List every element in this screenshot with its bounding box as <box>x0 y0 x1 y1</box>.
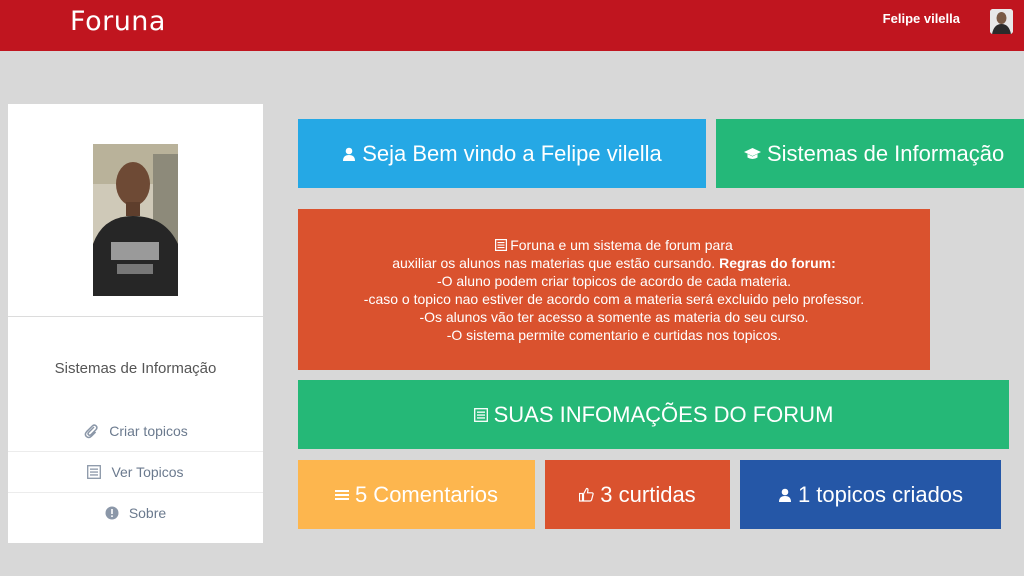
about-line-1: Foruna e um sistema de forum para <box>495 236 733 254</box>
about-tile: Foruna e um sistema de forum para auxili… <box>298 209 930 370</box>
user-icon <box>778 488 792 502</box>
course-tile-text: Sistemas de Informação <box>767 140 1005 166</box>
profile-sidebar: Sistemas de Informação Criar topicos Ver… <box>8 104 263 543</box>
course-tile: Sistemas de Informação <box>716 119 1024 188</box>
welcome-tile: Seja Bem vindo a Felipe vilella <box>298 119 706 188</box>
forum-info-tile: SUAS INFOMAÇÕES DO FORUM <box>298 380 1009 449</box>
comments-tile[interactable]: 5 Comentarios <box>298 460 535 529</box>
thumbs-up-icon <box>579 487 595 502</box>
likes-count: 3 curtidas <box>600 481 696 507</box>
rules-label: Regras do forum: <box>719 254 836 271</box>
top-navbar: Foruna Felipe vilella <box>0 0 1024 51</box>
paperclip-icon <box>83 423 99 439</box>
sidebar-item-ver-topicos[interactable]: Ver Topicos <box>8 452 263 492</box>
rule-1: -O aluno podem criar topicos de acordo d… <box>436 272 792 289</box>
user-name[interactable]: Felipe vilella <box>883 11 960 26</box>
menu-lines-icon <box>334 489 349 501</box>
user-icon <box>342 147 356 161</box>
sidebar-item-criar-topicos[interactable]: Criar topicos <box>8 411 263 451</box>
brand-logo[interactable]: Foruna <box>70 6 166 37</box>
rule-3: -Os alunos vão ter acesso a somente as m… <box>419 308 809 325</box>
topics-tile[interactable]: 1 topicos criados <box>740 460 1001 529</box>
comments-count: 5 Comentarios <box>354 481 499 507</box>
forum-info-text: SUAS INFOMAÇÕES DO FORUM <box>493 401 834 427</box>
list-icon <box>87 465 102 479</box>
sidebar-item-sobre[interactable]: Sobre <box>8 493 263 533</box>
document-icon <box>495 238 508 251</box>
course-name: Sistemas de Informação <box>54 360 217 377</box>
graduation-cap-icon <box>744 147 761 161</box>
sidebar-divider <box>8 316 263 317</box>
about-text-2: auxiliar os alunos nas materias que estã… <box>392 254 716 271</box>
about-text-1: Foruna e um sistema de forum para <box>510 236 733 253</box>
info-icon <box>105 506 119 520</box>
topics-count: 1 topicos criados <box>797 481 964 507</box>
welcome-text: Seja Bem vindo a Felipe vilella <box>362 140 662 166</box>
rule-2: -caso o topico nao estiver de acordo com… <box>363 290 865 307</box>
sidebar-item-label: Sobre <box>128 505 167 521</box>
list-icon <box>473 407 488 422</box>
about-line-2: auxiliar os alunos nas materias que estã… <box>392 254 836 272</box>
rule-4: -O sistema permite comentario e curtidas… <box>446 326 782 343</box>
profile-photo <box>93 144 178 296</box>
likes-tile[interactable]: 3 curtidas <box>545 460 730 529</box>
user-avatar[interactable] <box>990 9 1013 34</box>
sidebar-item-label: Criar topicos <box>109 423 188 439</box>
sidebar-item-label: Ver Topicos <box>111 464 184 480</box>
